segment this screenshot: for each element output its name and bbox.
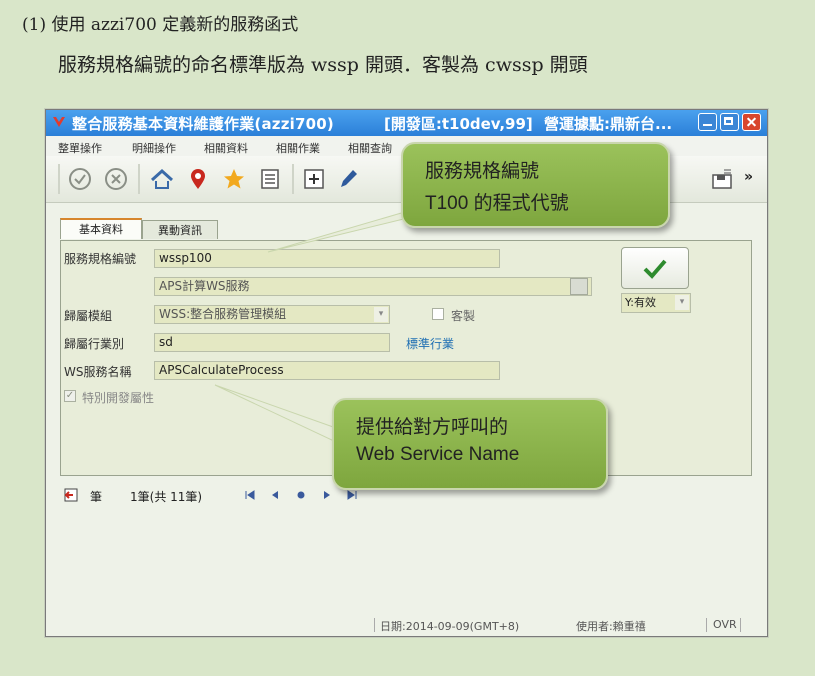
callout-ws-name-line2: Web Service Name (356, 444, 520, 465)
callout-pointer-2 (214, 384, 337, 443)
callout-ws-name-line1: 提供給對方呼叫的 (356, 416, 509, 438)
callout-pointers (214, 203, 434, 443)
callout-spec-no-line1: 服務規格編號 (425, 160, 540, 182)
callout-spec-no-line2: T100 的程式代號 (425, 193, 569, 214)
callout-ws-name: 提供給對方呼叫的 Web Service Name (332, 398, 608, 490)
callout-spec-no: 服務規格編號 T100 的程式代號 (401, 142, 670, 228)
